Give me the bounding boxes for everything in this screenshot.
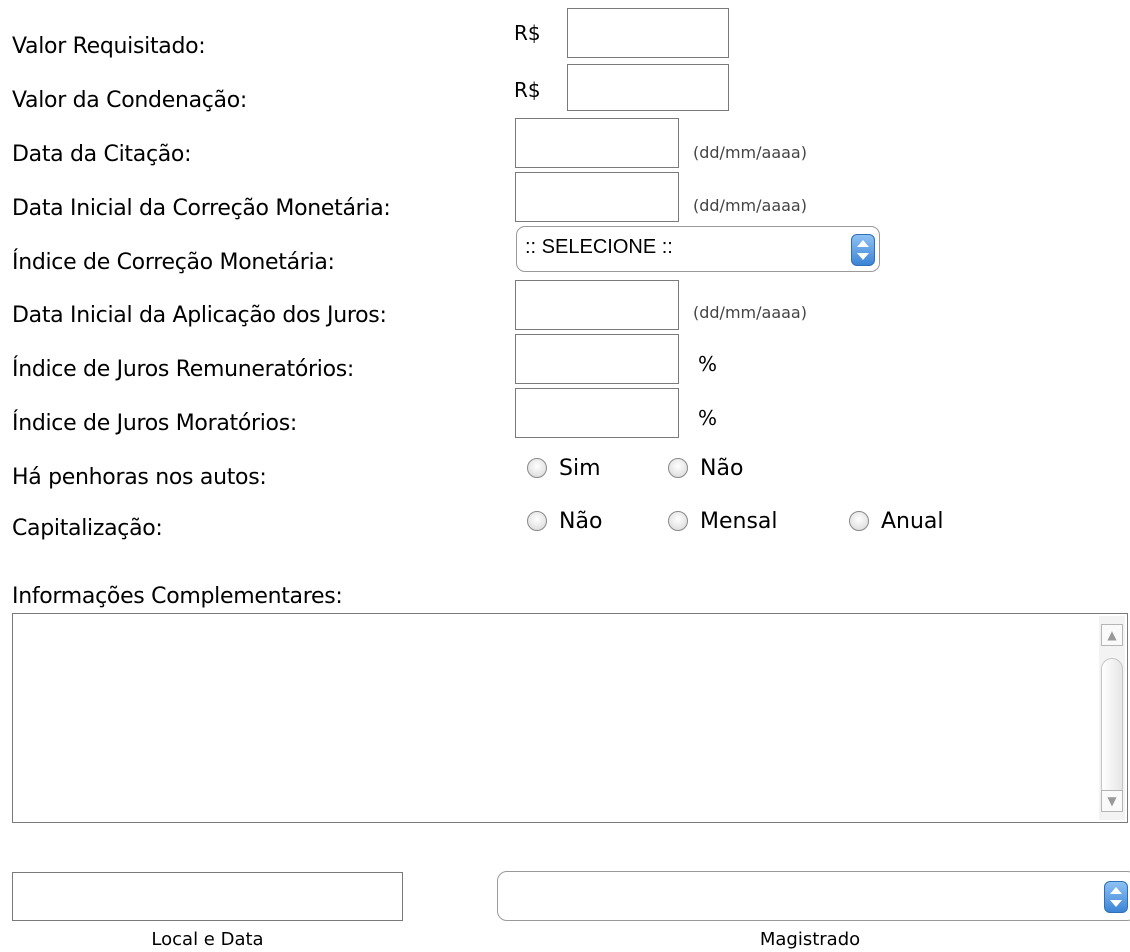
indice-correcao-select[interactable]: :: SELECIONE :: xyxy=(516,226,880,272)
radio-label: Mensal xyxy=(700,509,778,534)
valor-requisitado-input[interactable] xyxy=(567,8,729,58)
informacoes-complementares-textarea[interactable]: ▲ ▼ xyxy=(12,613,1128,823)
label-penhoras: Há penhoras nos autos: xyxy=(12,465,267,490)
label-data-citacao: Data da Citação: xyxy=(12,142,192,167)
juros-remuneratorios-input[interactable] xyxy=(515,334,679,384)
data-inicial-juros-input[interactable] xyxy=(515,280,679,330)
magistrado-caption: Magistrado xyxy=(759,929,861,950)
radio-icon[interactable] xyxy=(527,511,547,531)
select-value: :: SELECIONE :: xyxy=(525,236,673,258)
date-format-hint: (dd/mm/aaaa) xyxy=(693,196,807,215)
stepper-icon xyxy=(851,234,875,266)
label-valor-requisitado: Valor Requisitado: xyxy=(12,34,206,59)
date-format-hint: (dd/mm/aaaa) xyxy=(693,303,807,322)
penhoras-radio-group: Sim Não xyxy=(527,455,827,485)
label-valor-condenacao: Valor da Condenação: xyxy=(12,88,248,113)
magistrado-select[interactable] xyxy=(497,871,1130,921)
local-data-caption: Local e Data xyxy=(151,929,264,950)
currency-prefix: R$ xyxy=(514,78,541,102)
juros-moratorios-input[interactable] xyxy=(515,388,679,438)
radio-icon[interactable] xyxy=(849,511,869,531)
radio-icon[interactable] xyxy=(668,511,688,531)
vertical-scrollbar[interactable]: ▲ ▼ xyxy=(1099,616,1125,820)
label-juros-moratorios: Índice de Juros Moratórios: xyxy=(12,411,297,436)
label-juros-remuneratorios: Índice de Juros Remuneratórios: xyxy=(12,357,355,382)
scroll-down-icon[interactable]: ▼ xyxy=(1101,790,1123,812)
label-indice-correcao: Índice de Correção Monetária: xyxy=(12,250,335,275)
local-data-input[interactable] xyxy=(12,872,403,921)
radio-icon[interactable] xyxy=(668,458,688,478)
radio-label: Sim xyxy=(559,456,601,481)
valor-condenacao-input[interactable] xyxy=(567,64,729,111)
radio-label: Anual xyxy=(881,509,944,534)
currency-prefix: R$ xyxy=(514,21,541,45)
radio-label: Não xyxy=(559,509,603,534)
scroll-up-icon[interactable]: ▲ xyxy=(1101,624,1123,646)
date-format-hint: (dd/mm/aaaa) xyxy=(693,143,807,162)
percent-unit: % xyxy=(698,352,718,376)
radio-label: Não xyxy=(700,456,744,481)
scroll-thumb[interactable] xyxy=(1101,658,1123,798)
label-data-inicial-juros: Data Inicial da Aplicação dos Juros: xyxy=(12,303,387,328)
percent-unit: % xyxy=(698,406,718,430)
stepper-icon xyxy=(1104,881,1128,913)
label-capitalizacao: Capitalização: xyxy=(12,516,163,541)
label-data-inicial-correcao: Data Inicial da Correção Monetária: xyxy=(12,196,391,221)
radio-icon[interactable] xyxy=(527,458,547,478)
data-citacao-input[interactable] xyxy=(515,118,679,168)
capitalizacao-radio-group: Não Mensal Anual xyxy=(527,508,987,538)
data-inicial-correcao-input[interactable] xyxy=(515,172,679,222)
label-informacoes-complementares: Informações Complementares: xyxy=(12,584,343,609)
